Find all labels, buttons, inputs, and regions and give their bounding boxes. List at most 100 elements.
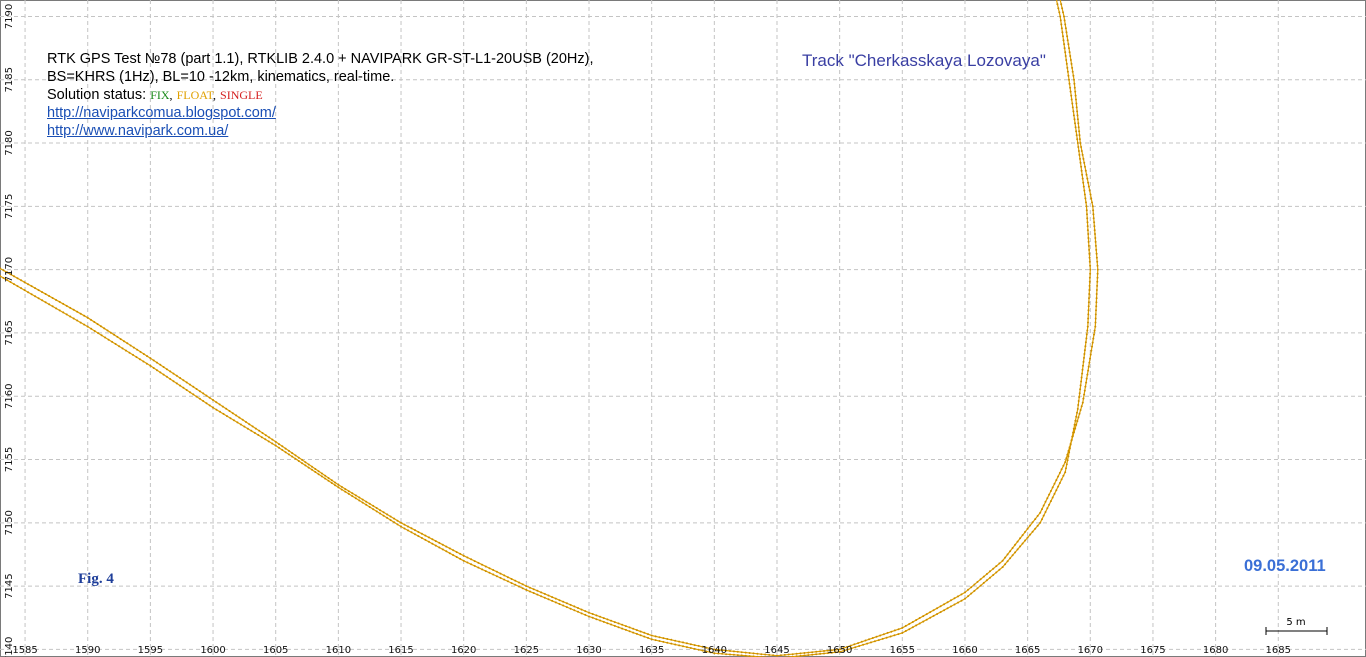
track-sample-point <box>93 330 96 332</box>
track-sample-point <box>1085 209 1088 212</box>
track-sample-point <box>438 546 441 549</box>
track-sample-point <box>1075 102 1078 105</box>
track-sample-point <box>1094 233 1096 235</box>
track-sample-point <box>267 440 270 443</box>
track-sample-point <box>518 585 520 588</box>
track-sample-point <box>1084 385 1087 388</box>
track-sample-point <box>172 380 175 383</box>
track-sample-point <box>1078 412 1081 415</box>
track-sample-point <box>1095 297 1098 300</box>
track-sample-point <box>1092 337 1095 340</box>
track-sample-point <box>1088 280 1091 283</box>
track-sample-point <box>1092 209 1095 212</box>
track-sample-point <box>1075 130 1078 133</box>
track-sample-point <box>202 400 205 402</box>
track-sample-point <box>635 629 638 632</box>
track-sample-point <box>1026 527 1029 530</box>
track-sample-point <box>484 570 487 573</box>
track-sample-point <box>1066 35 1069 38</box>
track-sample-point <box>562 604 565 607</box>
track-sample-point <box>1090 349 1093 352</box>
track-sample-point <box>222 412 225 415</box>
track-sample-point <box>109 331 112 334</box>
track-sample-point <box>1094 237 1097 239</box>
track-sample-point <box>950 599 952 602</box>
track-sample-point <box>621 627 624 630</box>
track-sample-point <box>1080 150 1083 152</box>
track-sample-point <box>1062 474 1065 477</box>
track-sample-point <box>1083 161 1086 164</box>
track-sample-point <box>1086 221 1089 224</box>
x-tick-label: 1585 <box>12 645 37 656</box>
x-tick-label: 1600 <box>200 645 225 656</box>
track-sample-point <box>488 567 491 570</box>
track-sample-point <box>185 389 188 391</box>
track-sample-point <box>58 300 61 303</box>
track-sample-point <box>807 654 810 657</box>
track-sample-point <box>261 432 264 434</box>
track-sample-point <box>294 457 297 460</box>
track-sample-point <box>407 525 409 528</box>
track-sample-point <box>521 587 524 590</box>
track-sample-point <box>662 637 665 640</box>
track-sample-point <box>424 534 427 537</box>
track-sample-point <box>104 336 107 339</box>
track-sample-point <box>870 641 872 644</box>
track-sample-point <box>685 646 688 649</box>
track-sample-point <box>882 633 885 636</box>
track-sample-point <box>129 344 132 347</box>
track-sample-point <box>1088 289 1091 291</box>
track-sample-point <box>1081 368 1084 371</box>
track-sample-point <box>744 654 747 657</box>
track-sample-point <box>1081 173 1084 176</box>
track-sample-point <box>565 602 568 605</box>
track-sample-point <box>175 374 178 377</box>
track-sample-point <box>1086 329 1089 332</box>
track-sample-point <box>492 569 495 571</box>
website-link[interactable]: http://www.navipark.com.ua/ <box>47 123 228 139</box>
track-sample-point <box>666 641 669 644</box>
track-sample-point <box>1006 553 1009 556</box>
track-sample-point <box>434 540 437 543</box>
track-sample-point <box>361 501 364 504</box>
track-sample-point <box>34 287 37 290</box>
track-sample-point <box>1080 405 1083 408</box>
track-sample-point <box>245 421 247 423</box>
blog-link[interactable]: http://naviparkcomua.blogspot.com/ <box>47 105 276 121</box>
track-sample-point <box>1079 388 1082 391</box>
track-sample-point <box>1041 518 1043 521</box>
track-sample-point <box>379 509 382 512</box>
track-sample-point <box>1069 90 1072 93</box>
track-sample-point <box>639 634 642 637</box>
track-sample-point <box>205 394 208 397</box>
track-sample-point <box>1069 59 1072 61</box>
track-sample-point <box>901 631 904 634</box>
track-sample-point <box>1084 345 1087 348</box>
track-sample-point <box>1065 467 1067 470</box>
track-sample-point <box>1036 524 1039 527</box>
track-sample-point <box>1057 475 1060 478</box>
track-sample-point <box>1048 503 1051 506</box>
track-sample-point <box>1039 521 1042 524</box>
track-sample-point <box>1067 455 1070 458</box>
track-sample-point <box>613 624 616 627</box>
track-sample-point <box>1087 233 1090 235</box>
track-sample-point <box>799 652 802 655</box>
track-sample-point <box>904 630 907 632</box>
x-tick-label: 1595 <box>138 645 163 656</box>
track-sample-point <box>165 368 168 371</box>
track-sample-point <box>689 643 692 646</box>
track-sample-point <box>1062 39 1065 42</box>
track-sample-point <box>320 472 323 475</box>
track-sample-point <box>643 631 646 634</box>
track-sample-point <box>386 516 389 519</box>
track-sample-point <box>602 620 605 623</box>
track-sample-point <box>670 638 673 641</box>
track-sample-point <box>1093 229 1096 232</box>
track-sample-point <box>1072 427 1075 430</box>
track-sample-point <box>529 586 531 589</box>
track-sample-point <box>414 529 416 532</box>
track-sample-point <box>1096 260 1099 263</box>
track-sample-point <box>1095 248 1098 251</box>
track-sample-point <box>939 605 942 608</box>
